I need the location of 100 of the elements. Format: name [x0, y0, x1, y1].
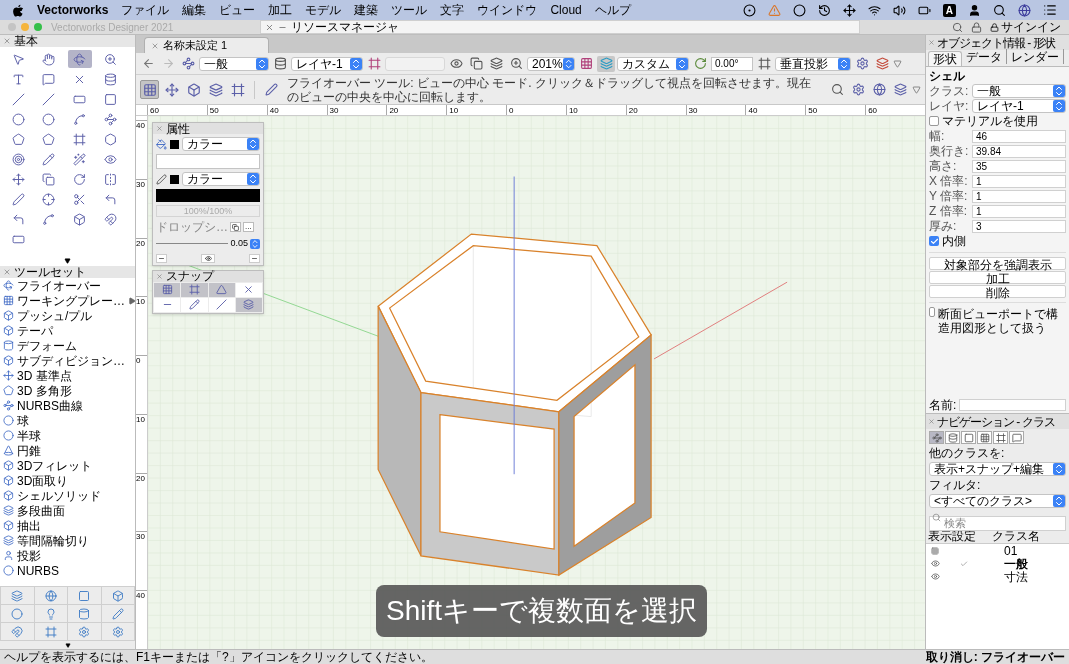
ruler-label: 50: [206, 105, 267, 115]
toolset-item[interactable]: 円錐: [3, 443, 132, 458]
ruler-label: 20: [625, 105, 686, 115]
ruler-label: 40: [266, 105, 327, 115]
column-header[interactable]: 表示設定: [926, 528, 984, 543]
toolset-item[interactable]: フライオーバー: [3, 278, 132, 293]
pen-dropdown[interactable]: カラー: [182, 172, 260, 186]
toolset-item[interactable]: 球: [3, 413, 132, 428]
ruler-label: 10: [446, 105, 507, 115]
menu-item[interactable]: ヘルプ: [594, 1, 631, 19]
toolset-item[interactable]: 3D面取り: [3, 473, 132, 488]
ruler-label: 10: [565, 105, 626, 115]
class-name[interactable]: 01: [1004, 543, 1018, 558]
other-classes-dropdown[interactable]: 表示+スナップ+編集: [929, 462, 1066, 476]
document-tab[interactable]: 名称未設定 1: [144, 37, 269, 53]
sign-in-button[interactable]: サインイン: [990, 20, 1061, 34]
number-field[interactable]: 3: [972, 219, 1066, 233]
number-field[interactable]: 1: [972, 174, 1066, 188]
filter-dropdown[interactable]: <すべてのクラス>: [929, 494, 1066, 508]
ruler-label: 10: [136, 413, 147, 473]
tool-help-text: フライオーバー ツール: ビューの中心 モード. クリック＆ドラッグして視点を回転させます。現在のビューの中央を中心に回転します。: [286, 75, 812, 104]
ruler-label: 30: [326, 105, 387, 115]
menu-item[interactable]: ファイル: [121, 1, 170, 19]
number-field[interactable]: 35: [972, 159, 1066, 173]
checkbox-label: 内側: [942, 234, 966, 248]
palette-title: 基本: [14, 34, 38, 48]
ruler-label: 60: [865, 105, 925, 115]
toolset-item[interactable]: 投影: [3, 548, 132, 563]
menu-item[interactable]: 加工: [268, 1, 293, 19]
class-dropdown[interactable]: 一般: [972, 84, 1066, 98]
panel-tab[interactable]: レンダー: [1007, 49, 1064, 64]
resource-manager-title: リソースマネージャ: [291, 20, 399, 34]
toolset-item[interactable]: 3D 多角形: [3, 383, 132, 398]
class-name[interactable]: 一般: [1004, 556, 1028, 571]
fill-dropdown[interactable]: カラー: [182, 137, 260, 151]
toolset-item[interactable]: 3Dフィレット: [3, 458, 132, 473]
more-button[interactable]: ...: [243, 222, 254, 232]
field-label: Z 倍率:: [929, 204, 968, 218]
palette-title: ツールセット: [14, 265, 86, 279]
toolset-item[interactable]: デフォーム: [3, 338, 132, 353]
ruler-label: 40: [745, 105, 806, 115]
toolset-item[interactable]: 等間隔輪切り: [3, 533, 132, 548]
view-dropdown[interactable]: カスタム: [617, 56, 689, 71]
menu-item[interactable]: Cloud: [550, 1, 582, 19]
menu-item[interactable]: ウインドウ: [477, 1, 538, 19]
layer-dropdown[interactable]: レイヤ-1: [972, 99, 1066, 113]
ruler-label: 30: [136, 178, 147, 238]
status-help-text: ヘルプを表示するには、F1キーまたは「?」アイコンをクリックしてください。: [4, 650, 433, 664]
panel-tab[interactable]: データ: [962, 49, 1007, 64]
menu-item[interactable]: 文字: [440, 1, 465, 19]
checkbox-label: 断面ビューポートで構造用図形として扱う: [938, 307, 1060, 335]
panel-tab[interactable]: 形状: [928, 51, 962, 66]
menu-item[interactable]: ビュー: [219, 1, 256, 19]
checkbox-label: マテリアルを使用: [942, 114, 1038, 128]
action-button[interactable]: 対象部分を強調表示: [929, 257, 1066, 270]
number-field[interactable]: 39.84: [972, 144, 1066, 158]
menu-item[interactable]: ツール: [391, 1, 428, 19]
class-name[interactable]: 寸法: [1004, 569, 1028, 584]
column-header[interactable]: クラス名: [984, 528, 1040, 543]
object-type: シェル: [929, 69, 966, 83]
ruler-label: 30: [685, 105, 746, 115]
toolset-item[interactable]: 多段曲面: [3, 503, 132, 518]
palette-title: 属性: [166, 121, 190, 136]
toolset-item[interactable]: 抽出: [3, 518, 132, 533]
field-label: 他のクラスを:: [929, 446, 1006, 460]
action-button[interactable]: 削除: [929, 285, 1066, 298]
toolset-item[interactable]: シェルソリッド: [3, 488, 132, 503]
field-label: Y 倍率:: [929, 189, 969, 203]
line-weight-value: 0.05: [230, 237, 248, 250]
number-field[interactable]: 1: [972, 204, 1066, 218]
number-field[interactable]: 1: [972, 189, 1066, 203]
toolset-item[interactable]: テーパ: [3, 323, 132, 338]
rotation-field[interactable]: 0.00°: [711, 56, 753, 71]
ruler-label: 10: [136, 296, 147, 356]
toolset-item[interactable]: ワーキングプレー…: [3, 293, 132, 308]
menu-item[interactable]: 編集: [182, 1, 207, 19]
menu-item[interactable]: 建築: [354, 1, 379, 19]
ruler-label: 50: [805, 105, 866, 115]
search-field[interactable]: 検索: [929, 515, 1066, 531]
projection-dropdown[interactable]: 垂直投影: [775, 56, 851, 71]
input-mode-indicator[interactable]: A: [942, 3, 956, 17]
toolset-item[interactable]: NURBS: [3, 563, 132, 578]
ruler-label: 20: [136, 472, 147, 532]
field-label: クラス:: [929, 84, 969, 98]
layer-dropdown[interactable]: レイヤ-1: [291, 56, 363, 71]
toolset-item[interactable]: 3D 基準点: [3, 368, 132, 383]
app-menu[interactable]: Vectorworks: [37, 1, 109, 19]
ruler-label: 40: [136, 120, 147, 179]
toolset-item[interactable]: プッシュ/プル: [3, 308, 132, 323]
zoom-dropdown[interactable]: 201%: [527, 56, 575, 71]
action-button[interactable]: 加工: [929, 271, 1066, 284]
toolset-item[interactable]: NURBS曲線: [3, 398, 132, 413]
number-field[interactable]: 46: [972, 129, 1066, 143]
drop-shadow-label: ドロップシ…: [156, 220, 228, 234]
toolset-item[interactable]: サブディビジョン…: [3, 353, 132, 368]
ruler-label: 30: [136, 531, 147, 591]
class-dropdown[interactable]: 一般: [199, 56, 269, 71]
toolset-item[interactable]: 半球: [3, 428, 132, 443]
subtitle-caption: Shiftキーで複数面を選択: [376, 585, 708, 637]
menu-item[interactable]: モデル: [305, 1, 342, 19]
